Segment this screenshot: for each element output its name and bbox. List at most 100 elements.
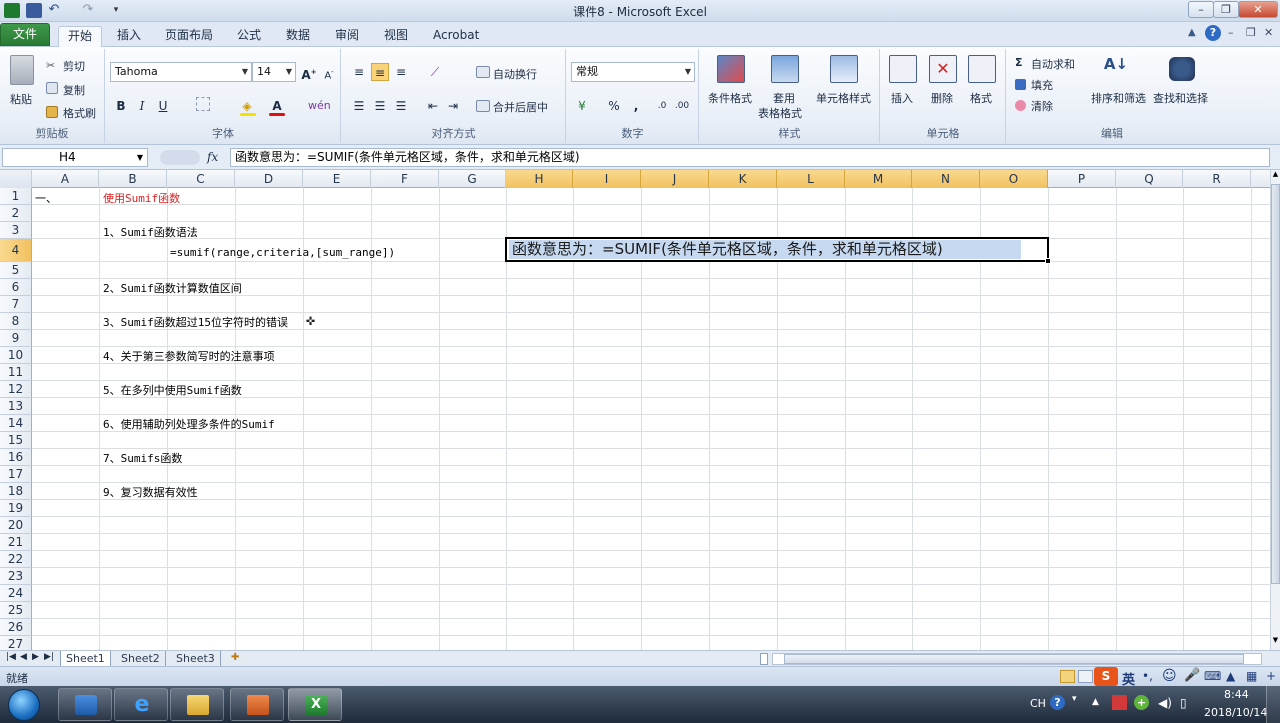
row-header[interactable]: 27	[0, 636, 32, 650]
row-header[interactable]: 6	[0, 279, 32, 296]
underline-button[interactable]: U	[154, 97, 172, 115]
copy-icon[interactable]	[46, 82, 58, 94]
doc-close-icon[interactable]: ✕	[1264, 26, 1273, 39]
tab-review[interactable]: 审阅	[326, 26, 368, 47]
prev-sheet-icon[interactable]: ◀	[20, 652, 27, 662]
keyboard-icon[interactable]: ⌨	[1204, 669, 1221, 683]
increase-decimal-icon[interactable]: .0	[653, 97, 671, 115]
minimize-button[interactable]: –	[1188, 1, 1214, 18]
cell-c4[interactable]: =sumif(range,criteria,[sum_range])	[170, 246, 395, 259]
cell-b8[interactable]: 3、Sumif函数超过15位字符时的错误	[103, 314, 288, 330]
tray-security-icon[interactable]: +	[1134, 695, 1149, 710]
wrap-text-button[interactable]: 自动换行	[493, 66, 537, 82]
column-header[interactable]: B	[99, 170, 167, 188]
cell-styles-icon[interactable]	[830, 55, 858, 83]
column-header[interactable]: G	[439, 170, 506, 188]
decrease-decimal-icon[interactable]: .00	[673, 97, 691, 115]
tab-page-layout[interactable]: 页面布局	[156, 26, 222, 47]
maximize-button[interactable]: ❐	[1213, 1, 1239, 18]
column-header[interactable]: Q	[1116, 170, 1183, 188]
merge-center-icon[interactable]	[476, 100, 490, 112]
font-name-select[interactable]: Tahoma ▼	[110, 62, 252, 82]
start-button[interactable]	[8, 689, 40, 721]
italic-button[interactable]: I	[133, 97, 151, 115]
clear-button[interactable]: 清除	[1031, 98, 1053, 114]
tab-formulas[interactable]: 公式	[228, 26, 270, 47]
insert-cells-icon[interactable]	[889, 55, 917, 83]
row-header[interactable]: 18	[0, 483, 32, 500]
row-header[interactable]: 7	[0, 296, 32, 313]
row-header[interactable]: 10	[0, 347, 32, 364]
column-header[interactable]: E	[303, 170, 371, 188]
column-header[interactable]: D	[235, 170, 303, 188]
column-header[interactable]: F	[371, 170, 439, 188]
cell-b16[interactable]: 7、Sumifs函数	[103, 450, 182, 466]
align-bottom-icon[interactable]: ≡	[392, 63, 410, 81]
delete-cells-icon[interactable]: ✕	[929, 55, 957, 83]
tab-file[interactable]: 文件	[0, 23, 51, 46]
orientation-icon[interactable]: ⟋	[426, 63, 444, 81]
font-size-select[interactable]: 14 ▼	[252, 62, 296, 82]
format-as-table-line2[interactable]: 表格格式	[758, 105, 802, 121]
row-header[interactable]: 16	[0, 449, 32, 466]
cell-styles-button[interactable]: 单元格样式	[816, 90, 871, 106]
taskbar-app-ie[interactable]: e	[114, 688, 168, 721]
align-right-icon[interactable]: ☰	[392, 97, 410, 115]
paste-label[interactable]: 粘贴	[10, 91, 32, 107]
column-header[interactable]: R	[1183, 170, 1251, 188]
format-cells-icon[interactable]	[968, 55, 996, 83]
collapse-ribbon-icon[interactable]: ▲	[1188, 27, 1196, 38]
tab-data[interactable]: 数据	[277, 26, 319, 47]
clock-date[interactable]: 2018/10/14	[1204, 706, 1267, 719]
row-header[interactable]: 25	[0, 602, 32, 619]
tab-view[interactable]: 视图	[375, 26, 417, 47]
increase-indent-icon[interactable]: ⇥	[444, 97, 462, 115]
cell-h4[interactable]: 函数意思为：=SUMIF(条件单元格区域，条件，求和单元格区域)	[509, 240, 1021, 259]
row-header[interactable]: 26	[0, 619, 32, 636]
cell-b3[interactable]: 1、Sumif函数语法	[103, 224, 198, 240]
comma-button[interactable]: ,	[627, 97, 645, 115]
next-sheet-icon[interactable]: ▶	[32, 652, 39, 662]
taskbar-app-media[interactable]	[58, 688, 112, 721]
format-painter-icon[interactable]	[46, 106, 58, 118]
row-header[interactable]: 17	[0, 466, 32, 483]
number-format-select[interactable]: 常规 ▼	[571, 62, 695, 82]
column-header[interactable]: M	[845, 170, 912, 188]
scissors-icon[interactable]: ✂	[46, 59, 58, 72]
close-button[interactable]: ✕	[1238, 1, 1278, 18]
row-header[interactable]: 20	[0, 517, 32, 534]
column-header[interactable]: K	[709, 170, 777, 188]
cut-button[interactable]: 剪切	[63, 58, 85, 74]
decrease-indent-icon[interactable]: ⇤	[424, 97, 442, 115]
cell-b6[interactable]: 2、Sumif函数计算数值区间	[103, 280, 242, 296]
border-icon[interactable]	[196, 97, 210, 111]
row-header[interactable]: 19	[0, 500, 32, 517]
taskbar-app-powerpoint[interactable]	[230, 688, 284, 721]
wrap-text-icon[interactable]	[476, 66, 490, 78]
insert-function-button[interactable]: fx	[207, 150, 218, 164]
horizontal-scroll-thumb[interactable]	[784, 654, 1244, 664]
normal-view-icon[interactable]	[1060, 670, 1075, 683]
column-header[interactable]: H	[506, 170, 573, 188]
first-sheet-icon[interactable]: |◀	[6, 652, 16, 662]
conditional-format-button[interactable]: 条件格式	[708, 90, 752, 106]
vertical-scrollbar[interactable]: ▲ ▼	[1270, 170, 1280, 650]
bold-button[interactable]: B	[112, 97, 130, 115]
select-all-corner[interactable]	[0, 170, 32, 188]
row-header[interactable]: 3	[0, 222, 32, 239]
row-header[interactable]: 5	[0, 262, 32, 279]
clock-time[interactable]: 8:44	[1224, 688, 1249, 701]
tab-insert[interactable]: 插入	[108, 26, 150, 47]
format-cells-button[interactable]: 格式	[970, 90, 992, 106]
row-header[interactable]: 11	[0, 364, 32, 381]
delete-cells-button[interactable]: 删除	[931, 90, 953, 106]
fill-button[interactable]: 填充	[1031, 77, 1053, 93]
tray-options-icon[interactable]: ▾	[1072, 694, 1077, 704]
help-icon[interactable]: ?	[1205, 25, 1221, 41]
tray-app-icon[interactable]	[1112, 695, 1127, 710]
sort-filter-icon[interactable]: A↓	[1103, 55, 1129, 83]
paste-icon[interactable]	[10, 55, 34, 85]
cell-b10[interactable]: 4、关于第三参数简写时的注意事项	[103, 348, 275, 364]
page-layout-view-icon[interactable]	[1078, 670, 1093, 683]
sort-filter-button[interactable]: 排序和筛选	[1091, 90, 1146, 106]
